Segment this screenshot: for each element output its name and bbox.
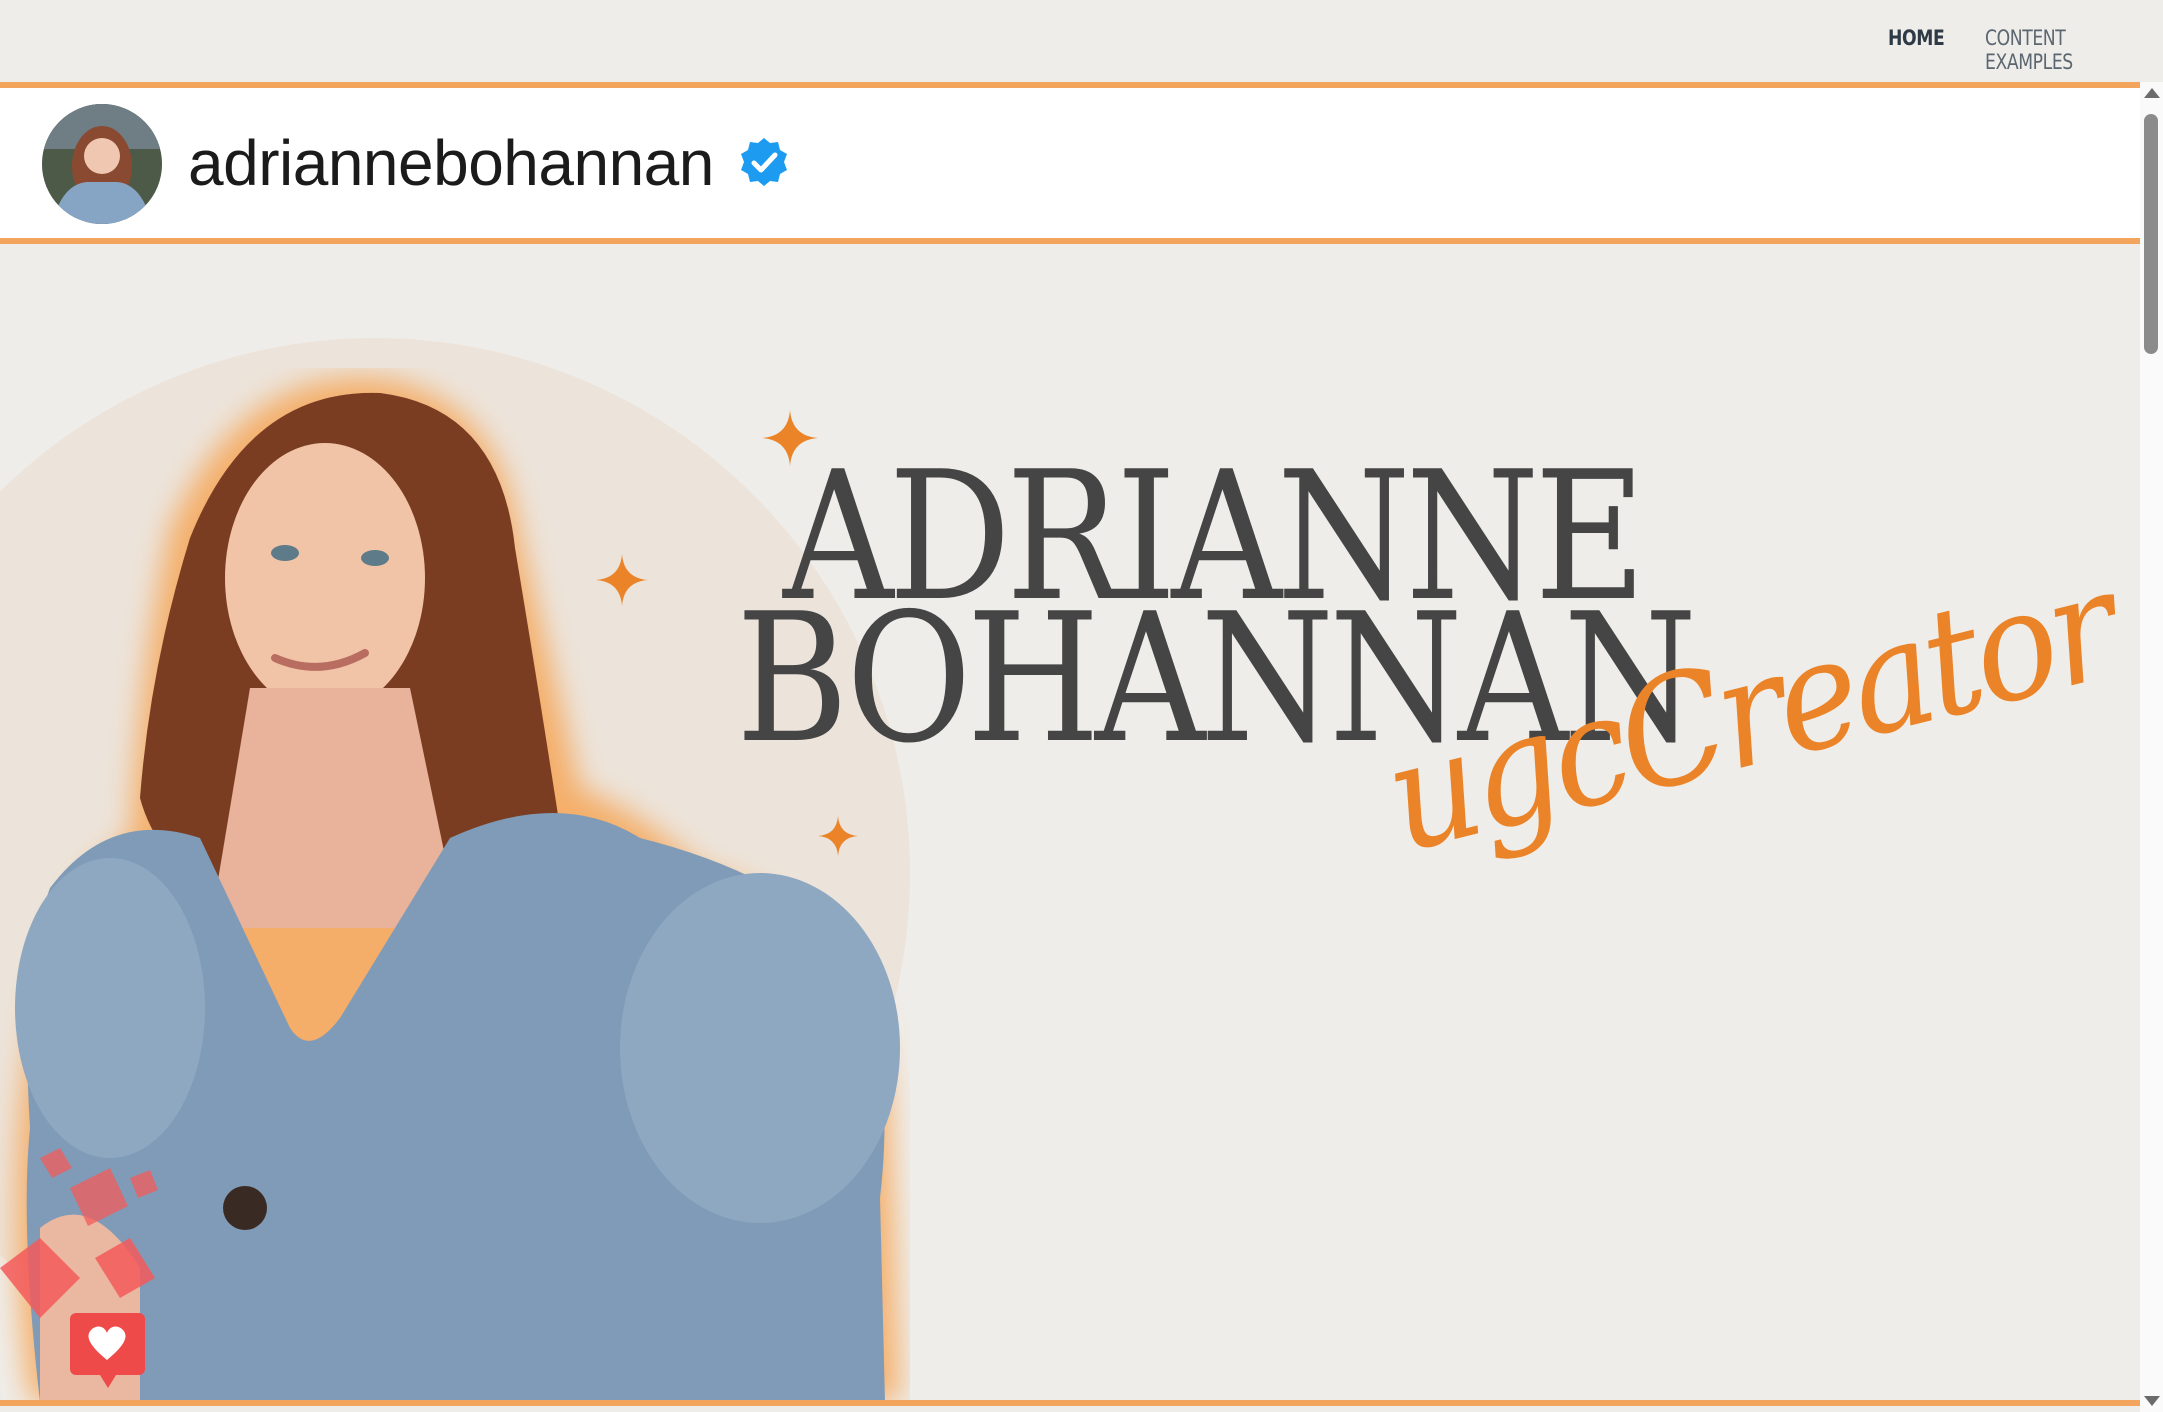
heart-notification-icon [0, 1148, 158, 1388]
nav-home-link[interactable]: HOME [1888, 26, 1945, 50]
verified-badge-icon [741, 138, 787, 186]
sparkle-icon [596, 554, 648, 606]
scroll-up-arrow-icon[interactable] [2144, 88, 2160, 98]
username: adriannebohannan [188, 127, 714, 199]
avatar-image [42, 104, 162, 224]
sparkle-icon [818, 816, 858, 856]
scrollbar-thumb[interactable] [2144, 114, 2158, 354]
scroll-down-arrow-icon[interactable] [2144, 1396, 2160, 1406]
hero-section: ADRIANNE BOHANNAN ugcCreator [0, 238, 2140, 1402]
section-divider [0, 1400, 2140, 1406]
top-nav: HOME CONTENT EXAMPLES [0, 0, 2163, 82]
vertical-scrollbar[interactable] [2140, 82, 2163, 1412]
avatar[interactable] [42, 104, 162, 224]
nav-content-examples-link[interactable]: CONTENT EXAMPLES [1985, 26, 2131, 74]
profile-header: adriannebohannan [0, 82, 2140, 244]
